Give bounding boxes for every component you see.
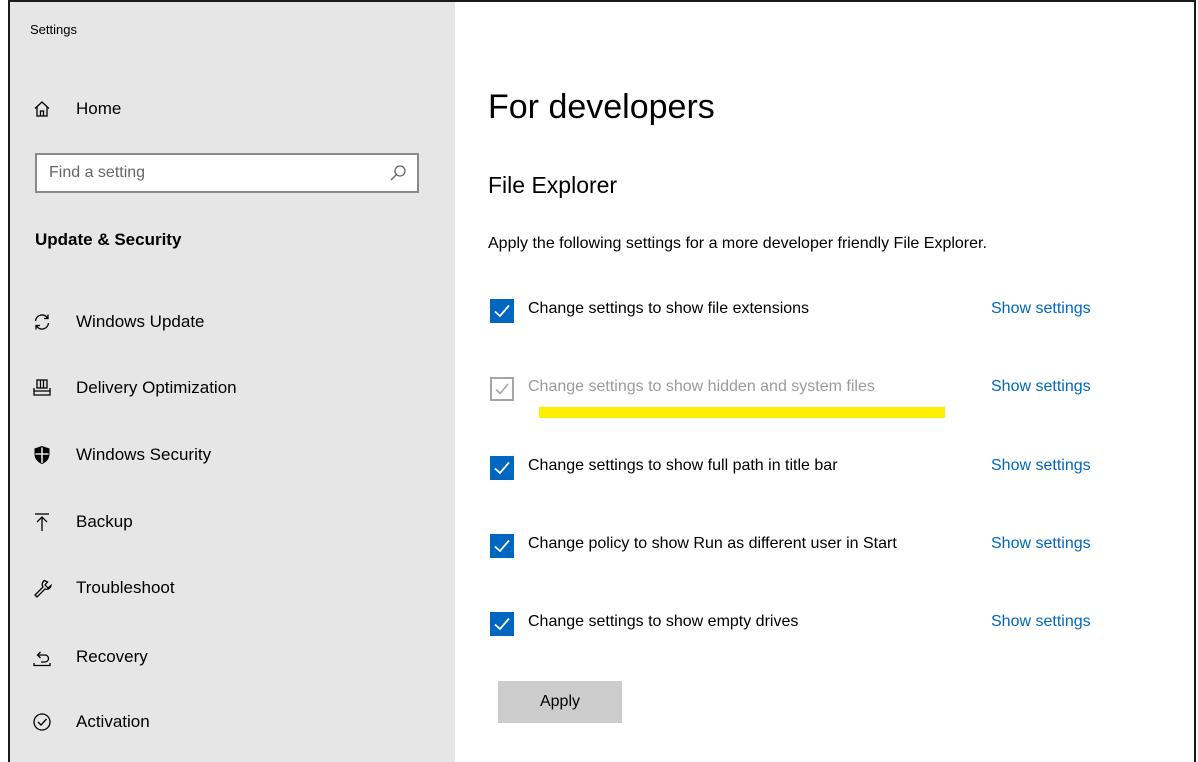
option-label: Change settings to show empty drives bbox=[528, 613, 799, 630]
show-empty-drives-checkbox[interactable] bbox=[490, 612, 514, 636]
show-hidden-files-checkbox[interactable] bbox=[490, 377, 514, 401]
sidebar-item-activation[interactable]: Activation bbox=[10, 702, 455, 742]
option-label: Change settings to show full path in tit… bbox=[528, 457, 838, 474]
highlight-annotation bbox=[539, 407, 945, 418]
show-file-extensions-checkbox[interactable] bbox=[490, 299, 514, 323]
search-icon[interactable] bbox=[389, 164, 407, 182]
sidebar-item-label: Activation bbox=[76, 712, 150, 731]
option-label: Change settings to show hidden and syste… bbox=[528, 378, 875, 395]
section-description: Apply the following settings for a more … bbox=[488, 235, 987, 252]
section-heading: File Explorer bbox=[488, 172, 618, 198]
sidebar-item-troubleshoot[interactable]: Troubleshoot bbox=[10, 568, 455, 608]
option-row: Change settings to show empty drives Sho… bbox=[488, 612, 1128, 642]
home-icon bbox=[32, 99, 52, 119]
show-settings-link[interactable]: Show settings bbox=[991, 300, 1091, 318]
sidebar-item-label: Delivery Optimization bbox=[76, 378, 237, 397]
option-label: Change policy to show Run as different u… bbox=[528, 535, 897, 552]
show-settings-link[interactable]: Show settings bbox=[991, 613, 1091, 631]
show-settings-link[interactable]: Show settings bbox=[991, 535, 1091, 553]
option-row: Change settings to show full path in tit… bbox=[488, 456, 1128, 486]
delivery-optimization-icon bbox=[32, 378, 52, 398]
sidebar-item-windows-security[interactable]: Windows Security bbox=[10, 435, 455, 475]
section-title: Update & Security bbox=[35, 230, 182, 249]
search-box bbox=[35, 153, 419, 193]
wrench-icon bbox=[32, 578, 52, 598]
sidebar-item-label: Windows Security bbox=[76, 445, 212, 464]
check-circle-icon bbox=[32, 712, 52, 732]
option-row: Change settings to show file extensions … bbox=[488, 299, 1128, 329]
page-title: For developers bbox=[488, 88, 715, 126]
sidebar-item-label: Backup bbox=[76, 512, 133, 531]
upload-icon bbox=[32, 512, 52, 532]
option-row: Change policy to show Run as different u… bbox=[488, 534, 1128, 564]
option-row: Change settings to show hidden and syste… bbox=[488, 377, 1128, 407]
sidebar-item-label: Troubleshoot bbox=[76, 578, 175, 597]
sidebar-item-backup[interactable]: Backup bbox=[10, 502, 455, 542]
shield-icon bbox=[32, 445, 52, 465]
show-settings-link[interactable]: Show settings bbox=[991, 378, 1091, 396]
main-content: For developers File Explorer Apply the f… bbox=[455, 2, 1194, 762]
sidebar-item-label: Recovery bbox=[76, 647, 148, 666]
sidebar-item-delivery-optimization[interactable]: Delivery Optimization bbox=[10, 368, 455, 408]
apply-button[interactable]: Apply bbox=[498, 681, 622, 723]
show-settings-link[interactable]: Show settings bbox=[991, 457, 1091, 475]
recovery-icon bbox=[32, 647, 52, 667]
sidebar-item-recovery[interactable]: Recovery bbox=[10, 637, 455, 677]
option-label: Change settings to show file extensions bbox=[528, 300, 810, 317]
sidebar-item-label: Home bbox=[76, 99, 122, 118]
sidebar-item-windows-update[interactable]: Windows Update bbox=[10, 302, 455, 342]
search-input[interactable] bbox=[37, 155, 389, 191]
settings-window: Settings Home Update & Security bbox=[8, 0, 1196, 762]
sidebar: Settings Home Update & Security bbox=[10, 2, 455, 762]
sync-icon bbox=[32, 312, 52, 332]
show-full-path-checkbox[interactable] bbox=[490, 456, 514, 480]
sidebar-item-label: Windows Update bbox=[76, 312, 205, 331]
sidebar-item-home[interactable]: Home bbox=[10, 89, 455, 129]
run-as-different-user-checkbox[interactable] bbox=[490, 534, 514, 558]
window-title: Settings bbox=[30, 22, 77, 37]
